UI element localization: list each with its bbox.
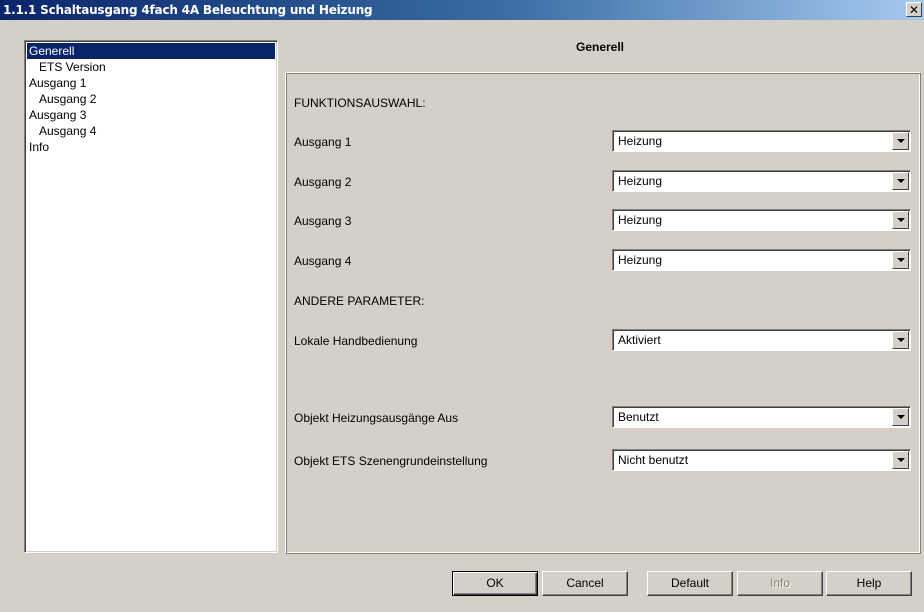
heading-function-selection: FUNKTIONSAUSWAHL: — [294, 96, 426, 110]
ausgang-3-value: Heizung — [618, 213, 663, 227]
heading-other-parameters: ANDERE PARAMETER: — [294, 294, 425, 308]
lokale-handbedienung-select[interactable]: Aktiviert — [612, 329, 911, 351]
ausgang-2-select[interactable]: Heizung — [612, 170, 911, 192]
dropdown-button[interactable] — [892, 211, 909, 229]
param-label-ausgang-2: Ausgang 2 — [294, 175, 352, 189]
param-label-lokale-handbedienung: Lokale Handbedienung — [294, 334, 418, 348]
ok-button[interactable]: OK — [452, 571, 538, 596]
ausgang-4-value: Heizung — [618, 253, 663, 267]
info-button[interactable]: Info — [737, 571, 823, 596]
tree-item-ausgang-1[interactable]: Ausgang 1 — [27, 75, 275, 91]
param-label-objekt-ets-szenengrundeinstellung: Objekt ETS Szenengrundeinstellung — [294, 454, 488, 468]
cancel-button[interactable]: Cancel — [542, 571, 628, 596]
dropdown-button[interactable] — [892, 408, 909, 426]
tree-item-ausgang-2[interactable]: Ausgang 2 — [27, 91, 275, 107]
param-label-objekt-heizungsausgaenge-aus: Objekt Heizungsausgänge Aus — [294, 411, 459, 425]
chevron-down-icon — [896, 337, 905, 342]
ausgang-4-select[interactable]: Heizung — [612, 249, 911, 271]
tree-item-generell[interactable]: Generell — [27, 43, 275, 59]
param-label-ausgang-1: Ausgang 1 — [294, 135, 352, 149]
parameter-tree[interactable]: Generell ETS Version Ausgang 1 Ausgang 2… — [24, 40, 278, 553]
title-bar: 1.1.1 Schaltausgang 4fach 4A Beleuchtung… — [0, 0, 924, 20]
objekt-heizungsausgaenge-aus-value: Benutzt — [618, 410, 659, 424]
objekt-ets-szenengrundeinstellung-value: Nicht benutzt — [618, 453, 689, 467]
chevron-down-icon — [896, 257, 905, 262]
tree-item-ets-version[interactable]: ETS Version — [27, 59, 275, 75]
default-button[interactable]: Default — [647, 571, 733, 596]
chevron-down-icon — [896, 457, 905, 462]
chevron-down-icon — [896, 178, 905, 183]
ausgang-2-value: Heizung — [618, 174, 663, 188]
param-label-ausgang-3: Ausgang 3 — [294, 214, 352, 228]
ausgang-3-select[interactable]: Heizung — [612, 209, 911, 231]
dropdown-button[interactable] — [892, 331, 909, 349]
lokale-handbedienung-value: Aktiviert — [618, 333, 661, 347]
chevron-down-icon — [896, 138, 905, 143]
chevron-down-icon — [896, 217, 905, 222]
dropdown-button[interactable] — [892, 172, 909, 190]
dropdown-button[interactable] — [892, 451, 909, 469]
window-title: 1.1.1 Schaltausgang 4fach 4A Beleuchtung… — [3, 3, 373, 17]
tree-item-info[interactable]: Info — [27, 139, 275, 155]
chevron-down-icon — [896, 414, 905, 419]
tree-item-ausgang-3[interactable]: Ausgang 3 — [27, 107, 275, 123]
section-title: Generell — [575, 40, 625, 54]
close-button[interactable]: ✕ — [906, 2, 922, 17]
objekt-ets-szenengrundeinstellung-select[interactable]: Nicht benutzt — [612, 449, 911, 471]
ausgang-1-value: Heizung — [618, 134, 663, 148]
ausgang-1-select[interactable]: Heizung — [612, 130, 911, 152]
help-button[interactable]: Help — [826, 571, 912, 596]
objekt-heizungsausgaenge-aus-select[interactable]: Benutzt — [612, 406, 911, 428]
tree-item-ausgang-4[interactable]: Ausgang 4 — [27, 123, 275, 139]
dropdown-button[interactable] — [892, 251, 909, 269]
dropdown-button[interactable] — [892, 132, 909, 150]
close-icon: ✕ — [908, 2, 920, 17]
param-label-ausgang-4: Ausgang 4 — [294, 254, 352, 268]
